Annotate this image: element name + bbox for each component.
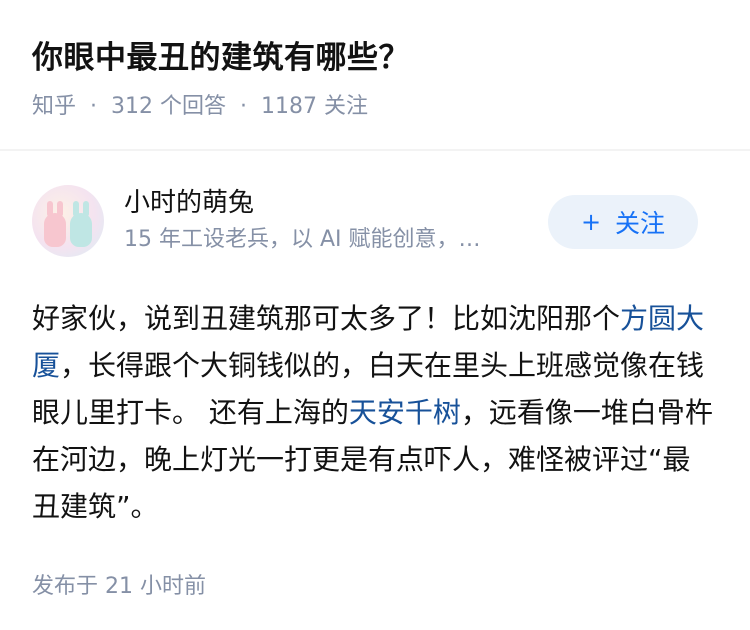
pink-bunny-icon <box>44 201 66 247</box>
section-divider <box>0 149 750 151</box>
answer-count[interactable]: 312 个回答 <box>111 92 226 122</box>
question-header: 你眼中最丑的建筑有哪些？ 知乎 · 312 个回答 · 1187 关注 <box>0 0 750 119</box>
link-tianan-qianshu[interactable]: 天安千树 <box>349 396 461 429</box>
question-title[interactable]: 你眼中最丑的建筑有哪些？ <box>32 36 718 80</box>
follower-count: 1187 关注 <box>261 94 368 119</box>
author-row: 小时的萌兔 15 年工设老兵，以 AI 赋能创意，… + 关注 <box>0 181 750 261</box>
answer-content: 好家伙，说到丑建筑那可太多了！比如沈阳那个方圆大厦，长得跟个大铜钱似的，白天在里… <box>0 295 750 530</box>
answer-text: 好家伙，说到丑建筑那可太多了！比如沈阳那个 <box>32 302 621 335</box>
publish-time: 发布于 21 小时前 <box>32 574 206 599</box>
source-label[interactable]: 知乎 <box>32 92 76 122</box>
question-meta: 知乎 · 312 个回答 · 1187 关注 <box>32 92 718 122</box>
follow-button-label: 关注 <box>615 209 666 238</box>
teal-bunny-icon <box>70 201 92 247</box>
meta-separator: · <box>240 94 248 119</box>
plus-icon: + <box>580 208 602 236</box>
bunny-avatar-icon[interactable] <box>32 185 104 257</box>
meta-separator: · <box>90 94 98 119</box>
follow-button[interactable]: + 关注 <box>548 195 698 249</box>
author-bio: 15 年工设老兵，以 AI 赋能创意，… <box>124 227 481 252</box>
